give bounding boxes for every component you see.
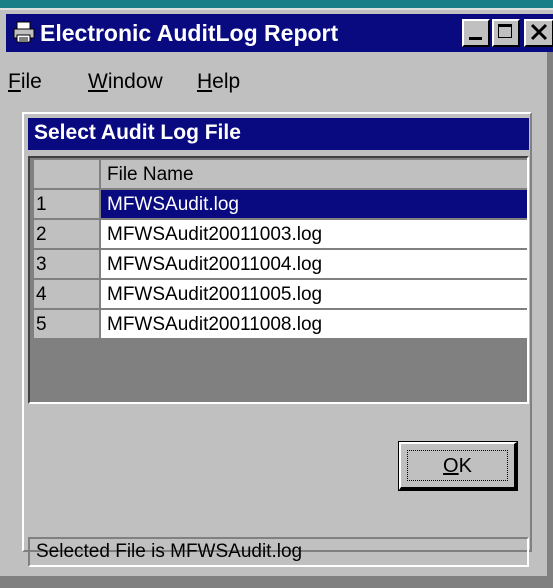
close-button[interactable] [524,19,553,47]
row-number[interactable]: 3 [34,250,100,279]
row-number[interactable]: 1 [34,190,100,219]
file-name-cell[interactable]: MFWSAudit20011004.log [101,250,527,279]
menu-bar: File Window Help [6,64,553,98]
panel-title: Select Audit Log File [28,118,529,150]
desktop-strip [0,0,553,8]
file-grid[interactable]: File Name 1 MFWSAudit.log 2 MFWSAudit200… [28,156,529,404]
table-row[interactable]: 3 MFWSAudit20011004.log [30,250,527,280]
close-icon [530,22,548,47]
window-bottom-edge [0,576,553,588]
printer-icon [12,20,36,44]
maximize-icon [498,24,512,38]
file-name-cell[interactable]: MFWSAudit20011008.log [101,310,527,339]
table-row[interactable]: 4 MFWSAudit20011005.log [30,280,527,310]
minimize-button[interactable] [462,19,490,47]
maximize-button[interactable] [492,19,520,47]
table-row[interactable]: 2 MFWSAudit20011003.log [30,220,527,250]
grid-header-row: File Name [30,160,527,190]
menu-file[interactable]: File [8,70,42,94]
row-number[interactable]: 2 [34,220,100,249]
ok-button-label: OK [407,450,508,481]
minimize-icon [469,37,482,40]
file-name-cell[interactable]: MFWSAudit.log [101,190,527,219]
status-bar: Selected File is MFWSAudit.log [28,537,529,567]
table-row[interactable]: 5 MFWSAudit20011008.log [30,310,527,340]
row-number[interactable]: 5 [34,310,100,339]
file-name-cell[interactable]: MFWSAudit20011003.log [101,220,527,249]
table-row[interactable]: 1 MFWSAudit.log [30,190,527,220]
menu-help[interactable]: Help [197,70,240,94]
row-number[interactable]: 4 [34,280,100,309]
ok-button[interactable]: OK [398,441,518,491]
window-title: Electronic AuditLog Report [40,20,339,46]
column-header-file-name[interactable]: File Name [101,160,527,189]
window-edge [547,52,553,576]
file-name-cell[interactable]: MFWSAudit20011005.log [101,280,527,309]
title-bar[interactable]: Electronic AuditLog Report [6,14,553,52]
menu-window[interactable]: Window [88,70,163,94]
grid-corner [34,160,100,189]
